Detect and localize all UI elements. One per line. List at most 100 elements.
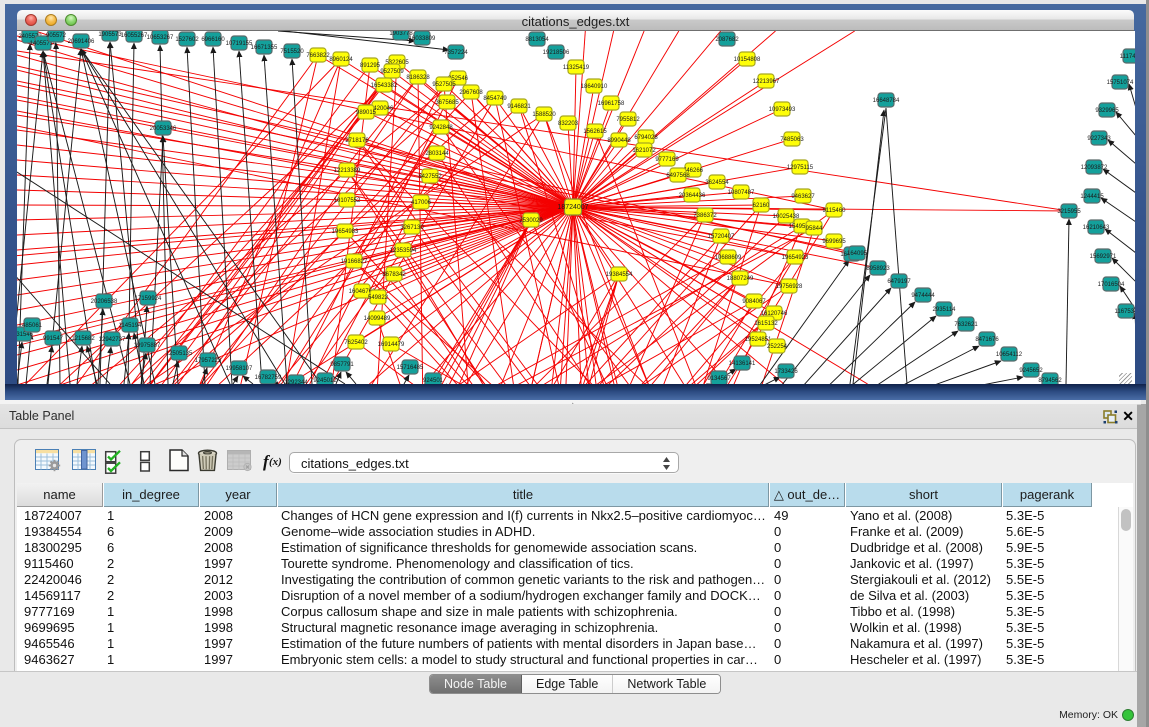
svg-text:9463627: 9463627: [791, 194, 815, 200]
svg-text:1145194: 1145194: [119, 323, 143, 329]
svg-text:16648784: 16648784: [873, 98, 900, 104]
svg-text:9146821: 9146821: [507, 104, 531, 110]
svg-text:10688609: 10688609: [715, 255, 742, 261]
svg-text:19975887: 19975887: [134, 343, 161, 349]
svg-text:17016504: 17016504: [1098, 282, 1125, 288]
svg-text:3675685: 3675685: [435, 100, 459, 106]
svg-text:18807249: 18807249: [727, 276, 754, 282]
svg-text:485061: 485061: [22, 323, 43, 329]
svg-text:7955812: 7955812: [616, 117, 640, 123]
svg-text:7485063: 7485063: [780, 137, 804, 143]
svg-text:20364436: 20364436: [679, 193, 706, 199]
svg-text:991547: 991547: [43, 336, 64, 342]
svg-text:19654983: 19654983: [332, 229, 359, 235]
svg-text:12213967: 12213967: [753, 79, 780, 85]
svg-text:20206538: 20206538: [91, 299, 118, 305]
svg-text:1588520: 1588520: [532, 112, 556, 118]
svg-text:8454749: 8454749: [483, 96, 507, 102]
svg-text:62160: 62160: [753, 203, 770, 209]
svg-text:12942737: 12942737: [99, 337, 126, 343]
svg-text:18640910: 18640910: [581, 84, 608, 90]
svg-text:14099489: 14099489: [364, 316, 391, 322]
svg-text:16543382: 16543382: [371, 83, 398, 89]
svg-text:8471676: 8471676: [975, 337, 999, 343]
svg-text:2718176: 2718176: [345, 138, 369, 144]
svg-text:9227343: 9227343: [1087, 136, 1111, 142]
svg-text:1215682: 1215682: [71, 336, 95, 342]
svg-text:8990448: 8990448: [607, 138, 631, 144]
svg-text:10107552: 10107552: [334, 198, 361, 204]
svg-text:1733426: 1733426: [774, 369, 798, 375]
svg-text:1905573: 1905573: [98, 32, 122, 38]
svg-text:19958107: 19958107: [226, 366, 253, 372]
svg-text:10654112: 10654112: [996, 352, 1023, 358]
svg-text:1117403: 1117403: [1120, 54, 1135, 60]
svg-text:9084067: 9084067: [742, 299, 766, 305]
svg-text:19654923: 19654923: [782, 255, 809, 261]
svg-text:19218506: 19218506: [543, 50, 570, 56]
svg-text:10653267: 10653267: [147, 35, 174, 41]
svg-text:891295: 891295: [360, 63, 381, 69]
svg-text:(x): (x): [269, 456, 282, 468]
svg-text:16033809: 16033809: [409, 36, 436, 42]
svg-text:7386372: 7386372: [693, 213, 717, 219]
svg-text:7515520: 7515520: [280, 49, 304, 55]
svg-text:12975115: 12975115: [787, 165, 814, 171]
svg-text:16210643: 16210643: [1083, 225, 1110, 231]
svg-text:7357224: 7357224: [444, 50, 468, 56]
svg-text:9242848: 9242848: [429, 125, 453, 131]
svg-text:8678342: 8678342: [382, 272, 406, 278]
svg-text:15692971: 15692971: [1090, 254, 1117, 260]
svg-text:20053346: 20053346: [150, 126, 177, 132]
svg-text:10973493: 10973493: [769, 107, 796, 113]
svg-text:19166827: 19166827: [341, 259, 368, 265]
svg-text:16782759: 16782759: [255, 375, 282, 381]
svg-text:905572: 905572: [46, 33, 67, 39]
svg-text:20691406: 20691406: [68, 39, 95, 45]
svg-text:2087682: 2087682: [715, 37, 739, 43]
svg-text:9134567: 9134567: [707, 376, 731, 382]
svg-text:19756928: 19756928: [776, 284, 803, 290]
svg-text:931546: 931546: [17, 332, 34, 338]
svg-text:18724007: 18724007: [557, 204, 588, 211]
svg-text:15720407: 15720407: [708, 234, 735, 240]
svg-text:1615132: 1615132: [754, 321, 778, 327]
svg-text:12505135: 12505135: [166, 351, 193, 357]
svg-text:9329965: 9329965: [1095, 108, 1119, 114]
svg-text:2803144: 2803144: [425, 151, 449, 157]
svg-text:8813054: 8813054: [525, 37, 549, 43]
svg-text:6794028: 6794028: [634, 135, 658, 141]
svg-text:16671355: 16671355: [251, 45, 278, 51]
svg-text:8427552: 8427552: [418, 174, 442, 180]
svg-text:3215955: 3215955: [1057, 209, 1081, 215]
svg-text:7625402: 7625402: [344, 340, 368, 346]
svg-text:15751074: 15751074: [1107, 80, 1134, 86]
svg-text:19524851: 19524851: [745, 337, 772, 343]
svg-text:417006: 417006: [411, 200, 432, 206]
svg-text:15716485: 15716485: [397, 365, 424, 371]
svg-text:9527509: 9527509: [380, 69, 404, 75]
svg-text:8960124: 8960124: [329, 57, 353, 63]
svg-text:2967608: 2967608: [459, 90, 483, 96]
svg-text:2935114: 2935114: [933, 307, 957, 313]
svg-text:12353594: 12353594: [390, 248, 417, 254]
svg-text:14136141: 14136141: [729, 361, 756, 367]
svg-text:6497568: 6497568: [666, 173, 690, 179]
svg-text:6479197: 6479197: [887, 279, 911, 285]
svg-text:1527602: 1527602: [175, 37, 199, 43]
svg-text:9777169: 9777169: [655, 157, 679, 163]
svg-text:16961758: 16961758: [598, 101, 625, 107]
svg-text:8958923: 8958923: [866, 266, 890, 272]
svg-text:10154808: 10154808: [734, 57, 761, 63]
svg-text:17159924: 17159924: [135, 296, 162, 302]
svg-text:1562615: 1562615: [583, 129, 607, 135]
svg-text:1167534: 1167534: [1115, 309, 1135, 315]
svg-text:1621072: 1621072: [632, 148, 656, 154]
svg-text:989015: 989015: [356, 110, 377, 116]
svg-text:7632621: 7632621: [954, 322, 978, 328]
svg-text:95844: 95844: [806, 226, 823, 232]
svg-text:7663822: 7663822: [306, 53, 330, 59]
svg-text:9857791: 9857791: [330, 362, 354, 368]
svg-text:9699695: 9699695: [822, 239, 846, 245]
svg-text:19384554: 19384554: [606, 272, 633, 278]
